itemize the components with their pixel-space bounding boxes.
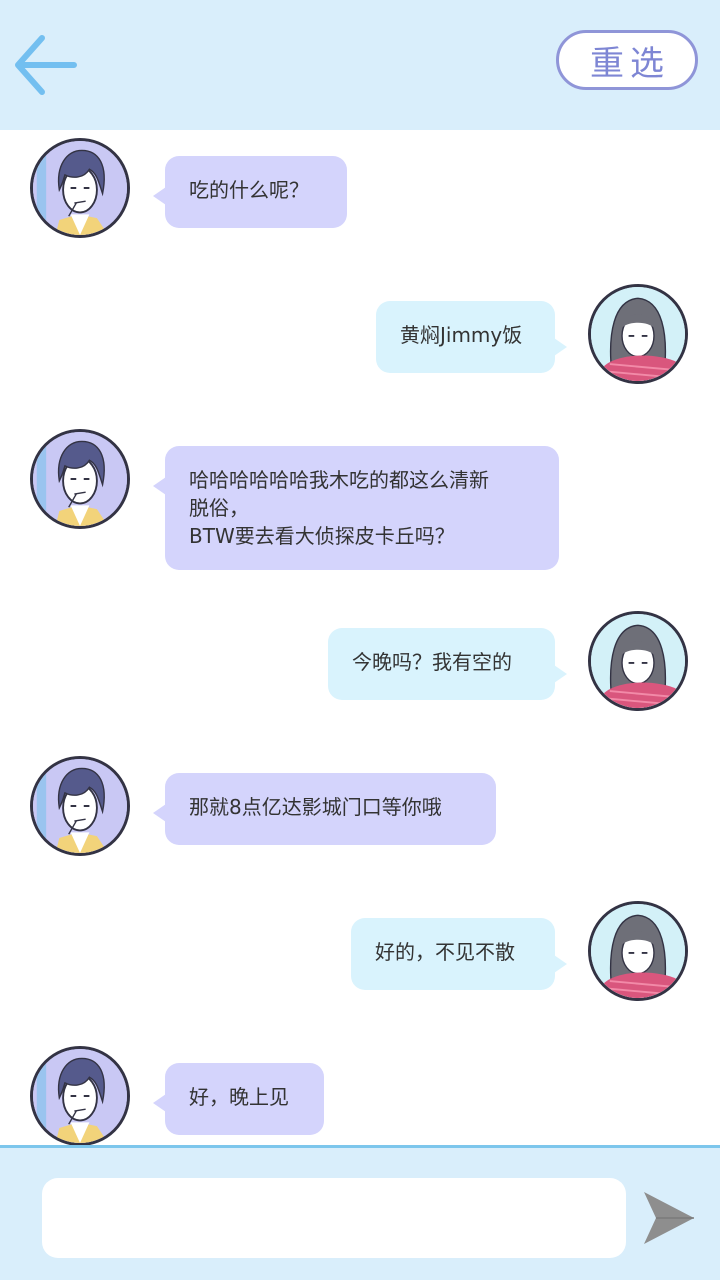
- chat-screen: 重选 吃的什么呢？ 黄焖Jimmy饭 哈哈哈哈哈哈我木吃的都这么清新 脱俗， B…: [0, 0, 720, 1280]
- boy-avatar-icon: [33, 141, 127, 235]
- user-avatar[interactable]: [588, 284, 688, 384]
- user-avatar[interactable]: [588, 901, 688, 1001]
- reselect-button[interactable]: 重选: [556, 30, 698, 90]
- girl-avatar-icon: [591, 614, 685, 708]
- girl-avatar-icon: [591, 287, 685, 381]
- boy-avatar-icon: [33, 1049, 127, 1143]
- boy-avatar-icon: [33, 432, 127, 526]
- user-avatar[interactable]: [588, 611, 688, 711]
- message-bubble: 今晚吗？我有空的: [328, 628, 567, 700]
- message-list[interactable]: 吃的什么呢？ 黄焖Jimmy饭 哈哈哈哈哈哈我木吃的都这么清新 脱俗， BTW要…: [0, 130, 720, 1145]
- message-bubble: 那就8点亿达影城门口等你哦: [153, 773, 496, 845]
- girl-avatar-icon: [591, 904, 685, 998]
- boy-avatar-icon: [33, 759, 127, 853]
- back-button[interactable]: [10, 30, 82, 100]
- top-bar: 重选: [0, 0, 720, 130]
- composer-bar: [0, 1145, 720, 1280]
- reselect-label: 重选: [590, 43, 670, 84]
- message-input[interactable]: [42, 1178, 626, 1258]
- contact-avatar[interactable]: [30, 756, 130, 856]
- message-bubble: 好，晚上见: [153, 1063, 324, 1135]
- send-arrow-icon: [644, 1192, 694, 1244]
- contact-avatar[interactable]: [30, 138, 130, 238]
- contact-avatar[interactable]: [30, 429, 130, 529]
- message-bubble: 好的，不见不散: [351, 918, 567, 990]
- send-button[interactable]: [638, 1186, 698, 1250]
- message-bubble: 哈哈哈哈哈哈我木吃的都这么清新 脱俗， BTW要去看大侦探皮卡丘吗？: [153, 446, 559, 570]
- message-bubble: 吃的什么呢？: [153, 156, 347, 228]
- contact-avatar[interactable]: [30, 1046, 130, 1145]
- arrow-left-icon: [15, 35, 77, 95]
- message-bubble: 黄焖Jimmy饭: [376, 301, 567, 373]
